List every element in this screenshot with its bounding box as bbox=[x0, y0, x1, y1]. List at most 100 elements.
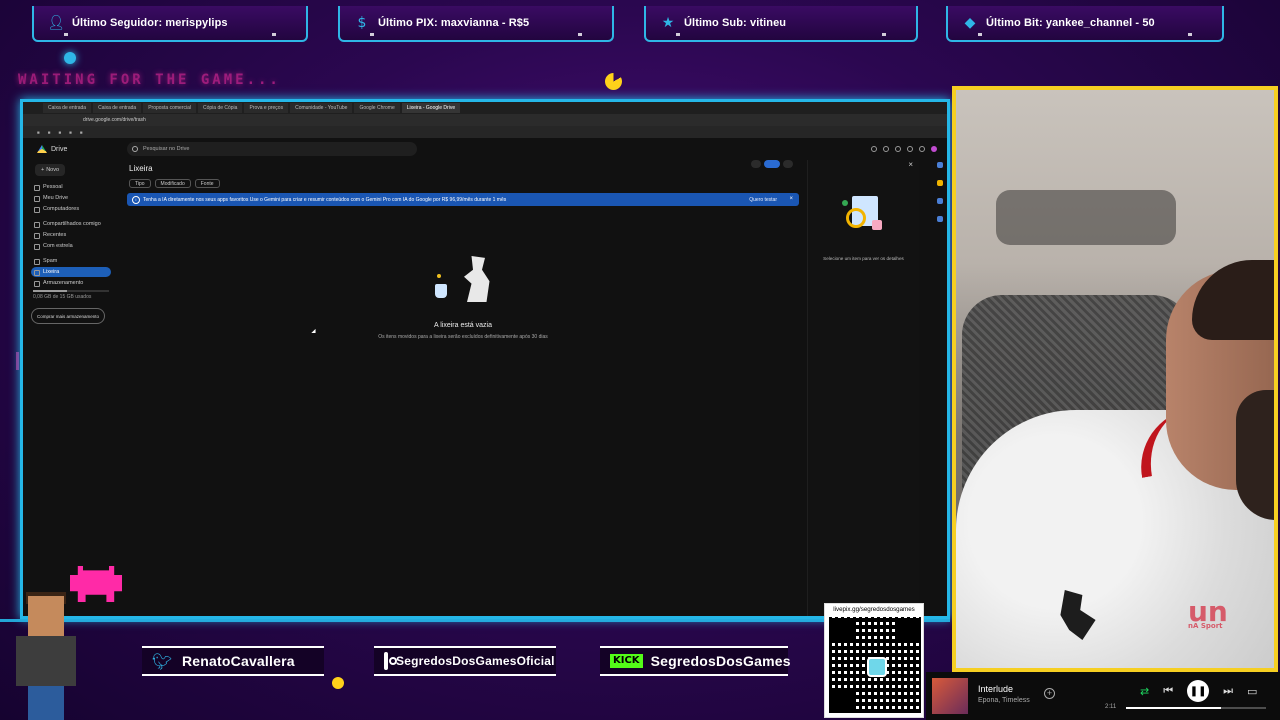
details-button[interactable] bbox=[783, 160, 793, 168]
address-bar[interactable]: drive.google.com/drive/trash bbox=[23, 114, 947, 126]
instagram-text: SegredosDosGamesOficial bbox=[396, 654, 555, 668]
status-icon[interactable] bbox=[871, 146, 877, 152]
progress-bar[interactable] bbox=[1126, 707, 1266, 709]
song-artist: Epona, Timeless bbox=[978, 697, 1030, 704]
new-button[interactable]: + Novo bbox=[35, 164, 65, 176]
drive-search-input[interactable]: Pesquisar no Drive bbox=[127, 142, 417, 156]
calendar-icon[interactable] bbox=[937, 162, 943, 168]
browser-tab[interactable]: Caixa de entrada bbox=[93, 103, 142, 113]
settings-icon[interactable] bbox=[895, 146, 901, 152]
add-icon[interactable]: + bbox=[1044, 688, 1055, 699]
instagram-handle: SegredosDosGamesOficial bbox=[374, 646, 556, 676]
browser-tab[interactable]: Prova e preços bbox=[244, 103, 289, 113]
drive-main: Lixeira Tipo Modificado Fonte Tenha a IA… bbox=[127, 160, 799, 616]
stream-overlay: 👤︎ Último Seguidor: merispylips $ Último… bbox=[0, 0, 1280, 720]
previous-icon[interactable]: ⏮ bbox=[1163, 684, 1173, 698]
close-icon[interactable]: × bbox=[789, 196, 793, 202]
list-view-button[interactable] bbox=[751, 160, 761, 168]
last-bit-text: Último Bit: yankee_channel - 50 bbox=[986, 17, 1155, 29]
mouse-cursor-icon bbox=[311, 328, 318, 336]
drive-logo[interactable]: Drive bbox=[37, 145, 127, 153]
plus-icon: + bbox=[40, 167, 45, 173]
sidebar-item-shared[interactable]: Compartilhados comigo bbox=[31, 219, 111, 229]
shirt-sponsor-logo: un nA Sport bbox=[1188, 595, 1228, 630]
qr-label: livepix.gg/segredosdosgames bbox=[833, 606, 915, 613]
sidebar-item-starred[interactable]: Com estrela bbox=[31, 241, 111, 251]
details-illustration bbox=[838, 194, 894, 244]
progress-fill bbox=[1126, 707, 1222, 709]
view-toggle bbox=[751, 160, 793, 168]
bookmark-item[interactable]: ■ bbox=[69, 130, 72, 135]
sidebar-item-computers[interactable]: Computadores bbox=[31, 204, 111, 214]
google-drive-app: Drive Pesquisar no Drive + Novo Pessoal M… bbox=[23, 138, 947, 616]
twitter-icon: 🐦︎ bbox=[152, 651, 173, 671]
player-controls: ⇄ ⏮ ❚❚ ⏭ ▭ bbox=[1140, 680, 1257, 702]
details-message: Selecione um item para ver os detalhes bbox=[823, 256, 904, 261]
storage-bar-fill bbox=[33, 290, 68, 292]
kick-handle: KICK SegredosDosGames bbox=[600, 646, 791, 676]
bookmark-item[interactable]: ■ bbox=[48, 130, 51, 135]
contacts-icon[interactable] bbox=[937, 216, 943, 222]
browser-tab-active[interactable]: Lixeira - Google Drive bbox=[401, 103, 461, 113]
bookmark-item[interactable]: ■ bbox=[37, 130, 40, 135]
pause-button[interactable]: ❚❚ bbox=[1187, 680, 1210, 702]
last-pix-text: Último PIX: maxvianna - R$5 bbox=[378, 17, 530, 29]
twitter-handle: 🐦︎ RenatoCavallera bbox=[142, 646, 324, 676]
sidebar-item-storage[interactable]: Armazenamento bbox=[31, 278, 111, 288]
browser-tab[interactable]: Caixa de entrada bbox=[43, 103, 92, 113]
sidebar-item-recent[interactable]: Recentes bbox=[31, 230, 111, 240]
promo-try-button[interactable]: Quero testar bbox=[749, 197, 777, 203]
drive-header: Drive Pesquisar no Drive bbox=[23, 138, 947, 160]
music-player: Interlude Epona, Timeless + ⇄ ⏮ ❚❚ ⏭ ▭ 2… bbox=[926, 672, 1280, 720]
kick-text: SegredosDosGames bbox=[650, 653, 791, 669]
sidebar-item-home[interactable]: Pessoal bbox=[31, 182, 111, 192]
last-sub-alert: ★ Último Sub: vitineu bbox=[644, 6, 918, 42]
avatar[interactable] bbox=[931, 146, 937, 152]
browser-tab[interactable]: Proposta comercial bbox=[143, 103, 196, 113]
shuffle-icon[interactable]: ⇄ bbox=[1140, 685, 1149, 698]
help-icon[interactable] bbox=[883, 146, 889, 152]
filter-chips: Tipo Modificado Fonte bbox=[129, 179, 799, 188]
last-follower-alert: 👤︎ Último Seguidor: merispylips bbox=[32, 6, 308, 42]
miniplayer-icon[interactable]: ▭ bbox=[1247, 685, 1257, 698]
bookmark-item[interactable]: ■ bbox=[80, 130, 83, 135]
grid-view-button[interactable] bbox=[764, 160, 780, 168]
browser-tab[interactable]: Cópia de Cópia bbox=[197, 103, 243, 113]
kick-icon: KICK bbox=[610, 654, 643, 668]
sidebar-item-trash[interactable]: Lixeira bbox=[31, 267, 111, 277]
album-art bbox=[932, 678, 968, 714]
browser-tab[interactable]: Google Chrome bbox=[354, 103, 400, 113]
drive-sidebar: + Novo Pessoal Meu Drive Computadores Com… bbox=[23, 160, 119, 616]
keep-icon[interactable] bbox=[937, 180, 943, 186]
drive-header-icons bbox=[871, 146, 947, 152]
last-sub-text: Último Sub: vitineu bbox=[684, 17, 787, 29]
details-panel: × Selecione um item para ver os detalhes bbox=[807, 160, 919, 616]
yellow-dot-decoration bbox=[332, 677, 344, 689]
pacman-icon bbox=[605, 73, 622, 90]
sidebar-item-spam[interactable]: Spam bbox=[31, 256, 111, 266]
next-icon[interactable]: ⏭ bbox=[1223, 684, 1233, 698]
star-icon: ★ bbox=[661, 15, 675, 31]
last-follower-text: Último Seguidor: merispylips bbox=[72, 17, 228, 29]
browser-tabs: Caixa de entrada Caixa de entrada Propos… bbox=[23, 102, 947, 114]
gem-icon: ◆ bbox=[964, 15, 976, 31]
tasks-icon[interactable] bbox=[937, 198, 943, 204]
close-icon[interactable]: × bbox=[908, 160, 913, 169]
sidebar-item-my-drive[interactable]: Meu Drive bbox=[31, 193, 111, 203]
side-apps-rail bbox=[935, 160, 945, 616]
empty-trash-illustration bbox=[423, 252, 503, 308]
promo-banner: Tenha a IA diretamente nos seus apps fav… bbox=[127, 193, 799, 206]
filter-modified[interactable]: Modificado bbox=[154, 179, 191, 188]
browser-tab[interactable]: Comunidade - YouTube bbox=[290, 103, 353, 113]
livepix-qr: livepix.gg/segredosdosgames bbox=[824, 603, 924, 718]
bookmark-item[interactable]: ■ bbox=[58, 130, 61, 135]
empty-subtitle: Os itens movidos para a lixeira serão ex… bbox=[378, 334, 548, 340]
gemini-icon[interactable] bbox=[907, 146, 913, 152]
filter-type[interactable]: Tipo bbox=[129, 179, 151, 188]
apps-grid-icon[interactable] bbox=[919, 146, 925, 152]
filter-source[interactable]: Fonte bbox=[194, 179, 220, 188]
storage-bar bbox=[33, 290, 109, 292]
buy-storage-button[interactable]: Comprar mais armazenamento bbox=[31, 308, 105, 324]
elapsed-time: 2:11 bbox=[1105, 704, 1117, 710]
alerts-bar: 👤︎ Último Seguidor: merispylips $ Último… bbox=[0, 0, 1280, 50]
